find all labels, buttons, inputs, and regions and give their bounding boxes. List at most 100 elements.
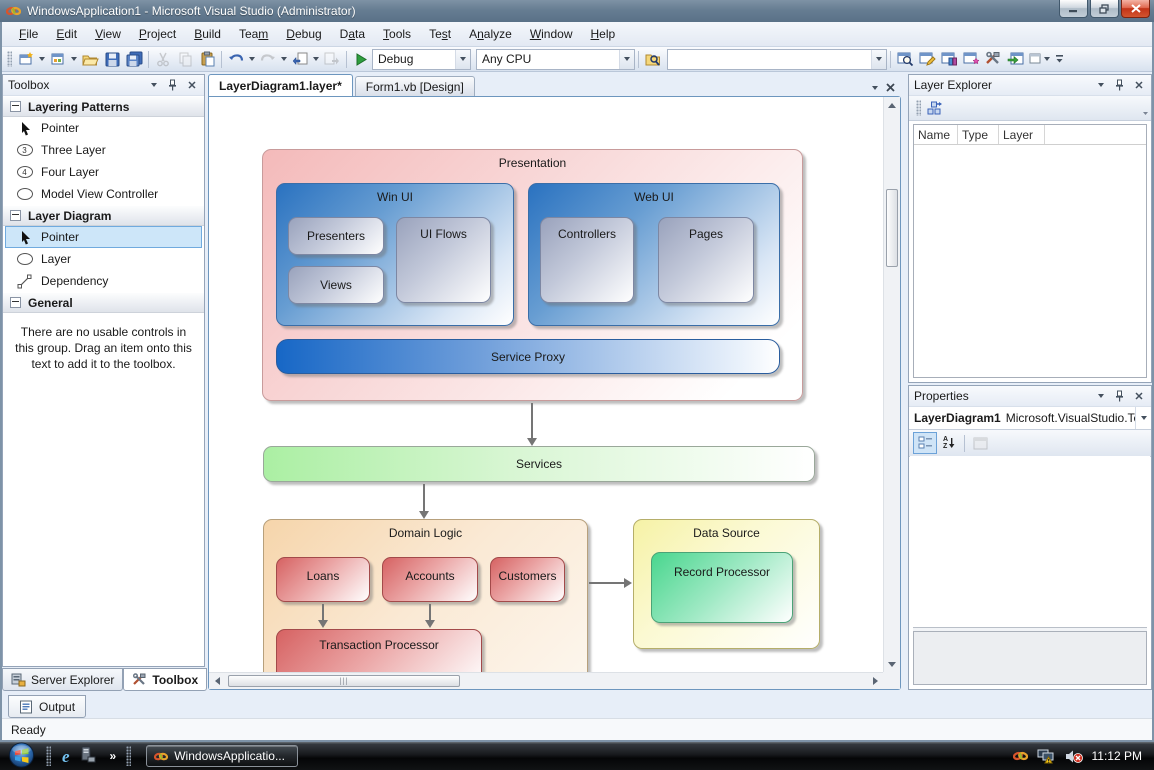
save-all-button[interactable] [123,49,145,70]
properties-pin-button[interactable] [1112,389,1127,403]
layer-transaction-processor[interactable]: Transaction Processor [276,629,482,672]
dependency-arrow[interactable] [322,604,324,621]
layer-diagram-canvas[interactable]: Presentation Win UI Presenters Views UI … [209,97,883,672]
properties-object-combo[interactable]: LayerDiagram1 Microsoft.VisualStudio.Te [909,407,1151,430]
properties-window-button[interactable] [916,49,938,70]
column-type[interactable]: Type [958,125,999,144]
solution-explorer-button[interactable] [894,49,916,70]
add-item-dropdown[interactable] [69,49,79,70]
menu-test[interactable]: Test [420,24,460,44]
horizontal-scrollbar[interactable]: ||| [209,672,883,689]
toolbox-item-layer[interactable]: Layer [5,248,202,270]
toolbox-item-four-layer[interactable]: 4 Four Layer [5,161,202,183]
platform-dropdown[interactable] [619,50,634,69]
dependency-arrow[interactable] [589,582,625,584]
find-in-files-button[interactable] [642,49,664,70]
collapse-icon[interactable] [10,101,21,112]
toolbox-tab[interactable]: Toolbox [123,668,207,691]
toolbox-item-pointer[interactable]: Pointer [5,117,202,139]
minimize-button[interactable] [1059,0,1088,18]
paste-button[interactable] [196,49,218,70]
toolbox-titlebar[interactable]: Toolbox [3,75,204,96]
tab-form1-design[interactable]: Form1.vb [Design] [355,76,475,96]
create-dependency-button[interactable] [924,98,946,119]
toolbar-grip[interactable] [7,51,12,67]
object-browser-button[interactable] [938,49,960,70]
object-combo-dropdown[interactable] [1135,407,1151,429]
internet-explorer-quicklaunch[interactable]: e [62,748,70,765]
open-file-button[interactable] [79,49,101,70]
solution-configuration-combo[interactable]: Debug [372,49,471,70]
menu-analyze[interactable]: Analyze [460,24,521,44]
menu-view[interactable]: View [86,24,130,44]
properties-titlebar[interactable]: Properties [909,386,1151,407]
dependency-arrow[interactable] [429,604,431,621]
toolbox-window-menu-button[interactable] [146,78,161,92]
layer-ui-flows[interactable]: UI Flows [396,217,491,303]
dependency-arrow[interactable] [423,484,425,512]
layer-explorer-close-button[interactable] [1131,78,1146,92]
volume-muted-icon[interactable] [1065,749,1083,764]
layer-loans[interactable]: Loans [276,557,370,602]
layer-customers[interactable]: Customers [490,557,565,602]
navigate-backward-button[interactable] [289,49,311,70]
categorized-button[interactable] [913,432,937,454]
dependency-arrow[interactable] [531,403,533,439]
redo-button[interactable] [257,49,279,70]
server-explorer-tab[interactable]: Server Explorer [2,668,123,691]
other-windows-button[interactable] [1026,49,1052,70]
layer-explorer-window-menu-button[interactable] [1093,78,1108,92]
start-button[interactable] [5,742,38,770]
redo-dropdown[interactable] [279,49,289,70]
property-pages-button[interactable] [968,432,992,454]
layer-views[interactable]: Views [288,266,384,304]
configuration-dropdown[interactable] [455,50,470,69]
layer-accounts[interactable]: Accounts [382,557,478,602]
layer-explorer-list[interactable]: Name Type Layer [913,124,1147,378]
scroll-right-button[interactable] [867,673,883,689]
toolbox-item-model-view-controller[interactable]: Model View Controller [5,183,202,205]
start-page-button[interactable] [960,49,982,70]
horizontal-scroll-thumb[interactable]: ||| [228,675,460,687]
toolbox-section-layering-patterns[interactable]: Layering Patterns [3,96,204,117]
menu-project[interactable]: Project [130,24,185,44]
navigate-backward-dropdown[interactable] [311,49,321,70]
find-combo[interactable] [667,49,887,70]
layer-explorer-titlebar[interactable]: Layer Explorer [909,75,1151,96]
scroll-down-button[interactable] [884,656,900,672]
vertical-scrollbar[interactable] [883,97,900,672]
window-titlebar[interactable]: WindowsApplication1 - Microsoft Visual S… [0,0,1154,22]
close-document-button[interactable] [886,83,895,92]
collapse-icon[interactable] [10,297,21,308]
clock[interactable]: 11:12 PM [1092,749,1142,763]
new-project-dropdown[interactable] [37,49,47,70]
menu-window[interactable]: Window [521,24,582,44]
layer-service-proxy[interactable]: Service Proxy [276,339,780,374]
menu-tools[interactable]: Tools [374,24,420,44]
properties-close-button[interactable] [1131,389,1146,403]
layer-presenters[interactable]: Presenters [288,217,384,255]
quick-launch-grip[interactable] [46,746,51,766]
column-name[interactable]: Name [914,125,958,144]
collapse-icon[interactable] [10,210,21,221]
toolbox-pin-button[interactable] [165,78,180,92]
vs-tray-icon[interactable] [1013,749,1028,763]
document-list-dropdown[interactable] [872,86,878,90]
toolbox-button[interactable] [982,49,1004,70]
scroll-up-button[interactable] [884,97,900,113]
layer-record-processor[interactable]: Record Processor [651,552,793,623]
network-status-icon[interactable] [1037,748,1056,764]
layer-explorer-pin-button[interactable] [1112,78,1127,92]
tab-layerdiagram1[interactable]: LayerDiagram1.layer* [208,74,353,96]
properties-grid[interactable] [910,456,1150,627]
toolbox-section-layer-diagram[interactable]: Layer Diagram [3,205,204,226]
scroll-left-button[interactable] [209,673,225,689]
restore-button[interactable] [1090,0,1119,18]
toolbar-grip[interactable] [916,100,921,116]
taskbar-window-button[interactable]: WindowsApplicatio... [146,745,298,767]
menu-edit[interactable]: Edit [47,24,86,44]
layer-services[interactable]: Services [263,446,815,482]
menu-data[interactable]: Data [331,24,374,44]
cut-button[interactable] [152,49,174,70]
solution-platform-combo[interactable]: Any CPU [476,49,635,70]
